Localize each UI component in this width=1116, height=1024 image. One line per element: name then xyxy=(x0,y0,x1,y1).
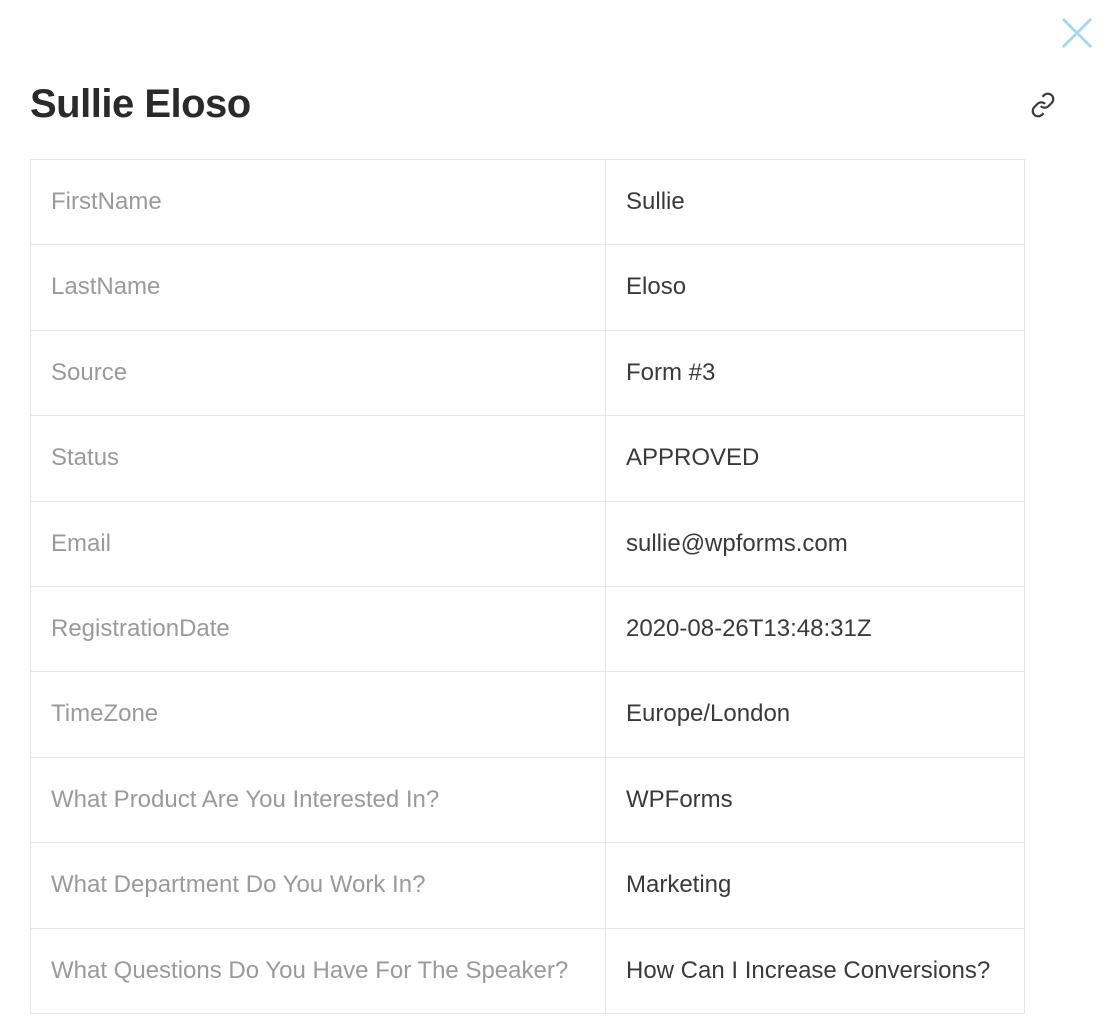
table-row: What Product Are You Interested In?WPFor… xyxy=(31,757,1025,842)
field-label: What Department Do You Work In? xyxy=(31,843,606,928)
field-value: Sullie xyxy=(606,160,1025,245)
field-value: APPROVED xyxy=(606,416,1025,501)
table-row: What Department Do You Work In?Marketing xyxy=(31,843,1025,928)
field-label: What Product Are You Interested In? xyxy=(31,757,606,842)
field-value: 2020-08-26T13:48:31Z xyxy=(606,586,1025,671)
field-label: Source xyxy=(31,330,606,415)
field-value: WPForms xyxy=(606,757,1025,842)
field-value: Europe/London xyxy=(606,672,1025,757)
field-value: sullie@wpforms.com xyxy=(606,501,1025,586)
field-value: Eloso xyxy=(606,245,1025,330)
field-label: What Questions Do You Have For The Speak… xyxy=(31,928,606,1013)
field-label: TimeZone xyxy=(31,672,606,757)
copy-link-button[interactable] xyxy=(1030,92,1056,118)
table-row: RegistrationDate2020-08-26T13:48:31Z xyxy=(31,586,1025,671)
page-title: Sullie Eloso xyxy=(30,82,251,127)
field-label: FirstName xyxy=(31,160,606,245)
link-icon xyxy=(1030,92,1056,118)
table-row: TimeZoneEurope/London xyxy=(31,672,1025,757)
table-row: SourceForm #3 xyxy=(31,330,1025,415)
field-label: RegistrationDate xyxy=(31,586,606,671)
field-label: Email xyxy=(31,501,606,586)
detail-panel: Sullie Eloso FirstNameSullieLastNameElos… xyxy=(0,0,1116,1014)
field-value: Marketing xyxy=(606,843,1025,928)
table-row: FirstNameSullie xyxy=(31,160,1025,245)
table-row: What Questions Do You Have For The Speak… xyxy=(31,928,1025,1013)
header-row: Sullie Eloso xyxy=(30,82,1086,127)
table-row: StatusAPPROVED xyxy=(31,416,1025,501)
close-button[interactable] xyxy=(1056,12,1098,54)
field-value: Form #3 xyxy=(606,330,1025,415)
field-value: How Can I Increase Conversions? xyxy=(606,928,1025,1013)
details-table: FirstNameSullieLastNameElosoSourceForm #… xyxy=(30,159,1025,1014)
table-row: LastNameEloso xyxy=(31,245,1025,330)
field-label: LastName xyxy=(31,245,606,330)
close-icon xyxy=(1058,14,1096,52)
field-label: Status xyxy=(31,416,606,501)
table-row: Emailsullie@wpforms.com xyxy=(31,501,1025,586)
